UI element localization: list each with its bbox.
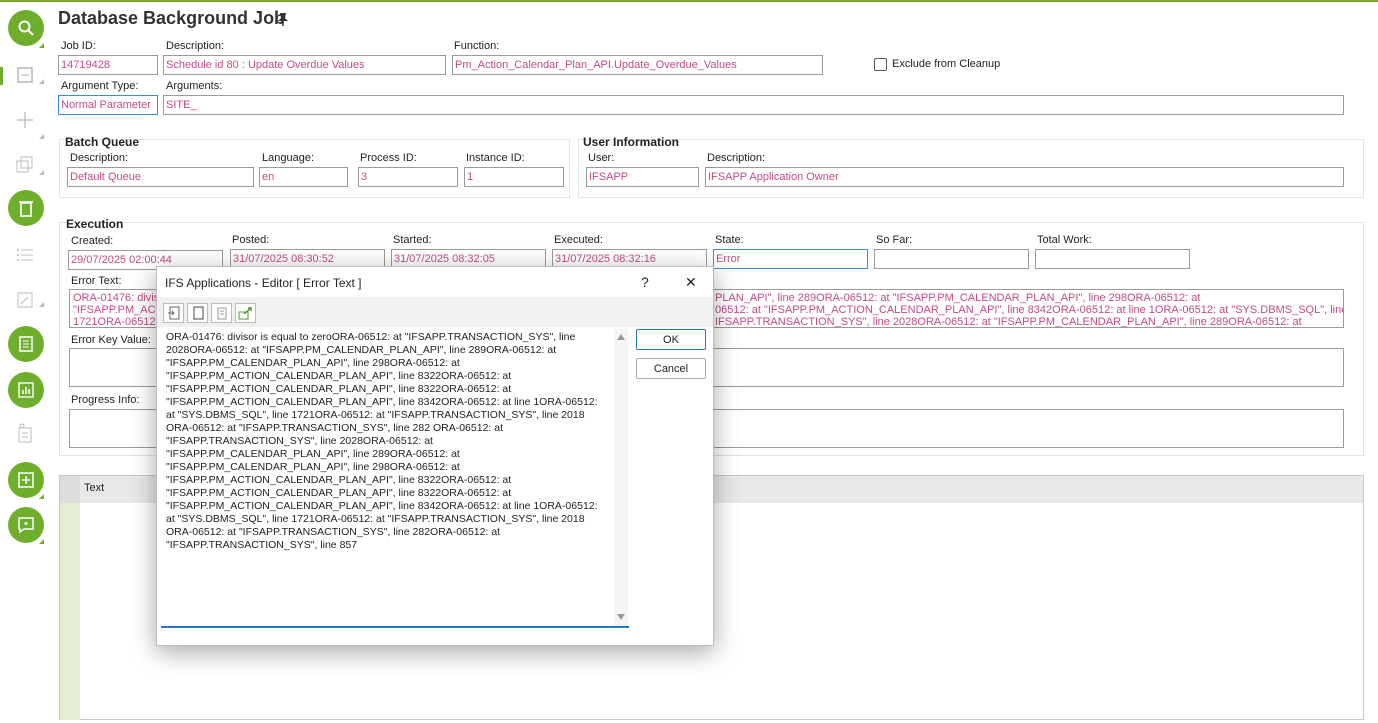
function-label: Function: [454, 40, 500, 52]
comment-menu-arrow[interactable] [39, 539, 44, 544]
user-description-field[interactable]: IFSAPP Application Owner [705, 167, 1344, 187]
process-id-field[interactable]: 3 [358, 167, 458, 187]
exclude-from-cleanup-label: Exclude from Cleanup [892, 58, 1001, 70]
load-file-icon[interactable] [163, 303, 184, 323]
language-field[interactable]: en [259, 167, 348, 187]
grid-row-selector[interactable] [60, 503, 80, 720]
bq-description-label: Description: [70, 152, 129, 164]
duplicate-menu-arrow[interactable] [39, 170, 44, 175]
copy-icon[interactable] [187, 303, 208, 323]
top-accent-line [0, 0, 1378, 2]
batch-queue-title: Batch Queue [65, 135, 140, 149]
error-key-value-label: Error Key Value: [71, 334, 151, 346]
dialog-toolbar [157, 297, 713, 327]
close-button[interactable]: ✕ [685, 274, 697, 291]
error-text-content: ORA-01476: divisor is equal to zeroORA-0… [166, 331, 601, 551]
dialog-titlebar[interactable]: IFS Applications - Editor [ Error Text ]… [157, 267, 713, 297]
process-id-label: Process ID: [360, 152, 417, 164]
left-toolbar [0, 2, 50, 723]
posted-label: Posted: [232, 234, 270, 246]
new-note-menu-arrow[interactable] [39, 494, 44, 499]
grid-corner[interactable] [60, 476, 80, 503]
progress-info-label: Progress Info: [71, 394, 140, 406]
instance-id-label: Instance ID: [466, 152, 525, 164]
details-icon[interactable] [8, 326, 44, 362]
started-label: Started: [393, 234, 432, 246]
function-field[interactable]: Pm_Action_Calendar_Plan_API.Update_Overd… [452, 55, 823, 75]
duplicate-icon[interactable] [12, 152, 38, 178]
selected-indicator [0, 67, 3, 85]
language-label: Language: [262, 152, 314, 164]
ok-button[interactable]: OK [636, 329, 706, 350]
scroll-down-icon[interactable] [617, 614, 625, 620]
so-far-field[interactable] [874, 249, 1029, 269]
chart-icon[interactable] [8, 372, 44, 408]
paste-icon[interactable] [211, 303, 232, 323]
shortcut-menu-arrow[interactable] [39, 302, 44, 307]
execution-title: Execution [66, 217, 124, 231]
search-icon[interactable] [8, 10, 44, 46]
shortcut-icon[interactable] [12, 287, 38, 313]
report-icon[interactable] [12, 420, 38, 446]
error-text-right: PLAN_API", line 289ORA-06512: at "IFSAPP… [715, 292, 1343, 328]
search-menu-arrow[interactable] [39, 43, 44, 48]
grid-column-text[interactable]: Text [84, 482, 104, 494]
page-title: Database Background Job [58, 8, 286, 28]
arguments-field[interactable]: SITE_ [163, 95, 1344, 115]
error-text-editor-dialog: IFS Applications - Editor [ Error Text ]… [156, 266, 714, 646]
argument-type-field[interactable]: Normal Parameter [58, 95, 158, 115]
dialog-title: IFS Applications - Editor [ Error Text ] [165, 276, 362, 290]
created-label: Created: [71, 235, 114, 247]
export-icon[interactable] [235, 303, 256, 323]
state-field[interactable]: Error [713, 249, 868, 269]
user-label: User: [588, 152, 615, 164]
form-icon[interactable] [12, 62, 38, 88]
job-id-field[interactable]: 14719428 [58, 55, 158, 75]
comment-icon[interactable] [8, 507, 44, 543]
so-far-label: So Far: [876, 234, 913, 246]
editor-scrollbar[interactable] [614, 329, 628, 626]
form-menu-arrow[interactable] [39, 79, 44, 84]
job-id-label: Job ID: [61, 40, 96, 52]
delete-icon[interactable] [8, 190, 44, 226]
description-label: Description: [166, 40, 225, 52]
description-field[interactable]: Schedule id 80 : Update Overdue Values [163, 55, 446, 75]
exclude-from-cleanup-checkbox[interactable] [874, 58, 887, 71]
cancel-button[interactable]: Cancel [636, 358, 706, 379]
new-note-icon[interactable] [8, 462, 44, 498]
arguments-label: Arguments: [166, 80, 223, 92]
add-icon[interactable] [12, 107, 38, 133]
instance-id-field[interactable]: 1 [464, 167, 564, 187]
total-work-label: Total Work: [1037, 234, 1092, 246]
pin-icon[interactable] [277, 12, 289, 29]
help-button[interactable]: ? [641, 274, 649, 290]
scroll-up-icon[interactable] [617, 334, 625, 340]
list-icon[interactable] [12, 242, 38, 268]
add-menu-arrow[interactable] [39, 134, 44, 139]
error-text-label: Error Text: [71, 275, 122, 287]
bq-description-field[interactable]: Default Queue [67, 167, 254, 187]
argument-type-label: Argument Type: [61, 80, 139, 92]
executed-label: Executed: [554, 234, 603, 246]
user-information-title: User Information [583, 135, 680, 149]
total-work-field[interactable] [1035, 249, 1190, 269]
user-description-label: Description: [707, 152, 766, 164]
user-field[interactable]: IFSAPP [586, 167, 699, 187]
state-label: State: [715, 234, 744, 246]
error-text-editor[interactable]: ORA-01476: divisor is equal to zeroORA-0… [161, 329, 629, 628]
